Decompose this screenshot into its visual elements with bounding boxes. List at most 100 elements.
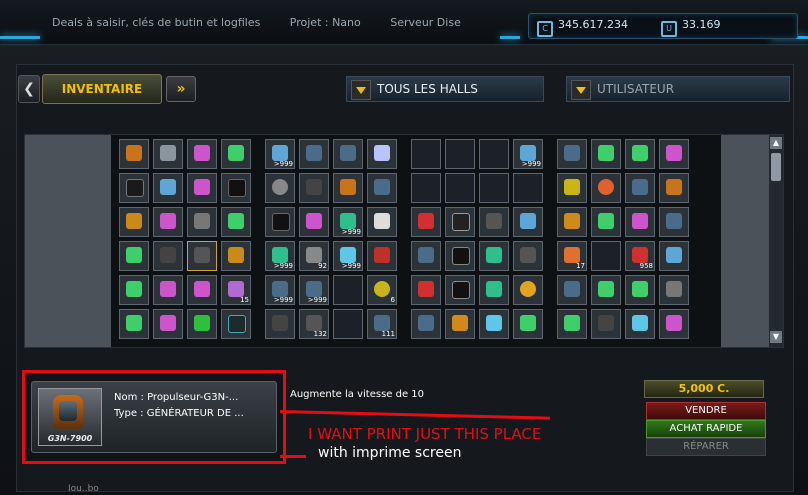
inventory-slot[interactable] bbox=[411, 309, 441, 339]
inventory-slot[interactable] bbox=[445, 309, 475, 339]
inventory-slot[interactable]: >999 bbox=[265, 241, 295, 271]
inventory-slot[interactable] bbox=[221, 241, 251, 271]
inventory-slot[interactable]: 958 bbox=[625, 241, 655, 271]
inventory-slot[interactable] bbox=[119, 275, 149, 305]
inventory-slot[interactable] bbox=[557, 173, 587, 203]
prev-button[interactable]: ❮ bbox=[18, 75, 40, 103]
inventory-slot[interactable] bbox=[367, 139, 397, 169]
inventory-slot[interactable] bbox=[187, 309, 217, 339]
grid-scrollbar[interactable]: ▲ ▼ bbox=[769, 135, 783, 347]
inventory-slot[interactable] bbox=[591, 275, 621, 305]
inventory-slot[interactable]: >999 bbox=[513, 139, 543, 169]
inventory-slot[interactable] bbox=[557, 139, 587, 169]
inventory-slot[interactable] bbox=[659, 309, 689, 339]
inventory-slot[interactable] bbox=[513, 207, 543, 237]
inventory-slot[interactable] bbox=[557, 207, 587, 237]
sell-button[interactable]: VENDRE bbox=[646, 402, 766, 420]
inventory-slot[interactable] bbox=[625, 139, 655, 169]
inventory-slot[interactable] bbox=[513, 241, 543, 271]
inventory-slot[interactable] bbox=[557, 309, 587, 339]
inventory-slot-empty[interactable] bbox=[445, 173, 475, 203]
inventory-slot[interactable] bbox=[591, 173, 621, 203]
inventory-slot[interactable] bbox=[265, 309, 295, 339]
inventory-slot[interactable]: 132 bbox=[299, 309, 329, 339]
inventory-slot[interactable]: >999 bbox=[265, 275, 295, 305]
inventory-slot[interactable] bbox=[445, 207, 475, 237]
inventory-slot[interactable] bbox=[479, 207, 509, 237]
inventory-slot[interactable] bbox=[153, 139, 183, 169]
inventory-slot[interactable] bbox=[659, 207, 689, 237]
inventory-slot[interactable] bbox=[221, 207, 251, 237]
inventory-slot[interactable] bbox=[119, 139, 149, 169]
inventory-slot[interactable]: >999 bbox=[299, 275, 329, 305]
inventory-slot[interactable]: 15 bbox=[221, 275, 251, 305]
inventory-slot[interactable] bbox=[591, 309, 621, 339]
tab-inventaire[interactable]: INVENTAIRE bbox=[42, 74, 162, 104]
inventory-slot[interactable]: >999 bbox=[333, 241, 363, 271]
inventory-slot-empty[interactable] bbox=[479, 173, 509, 203]
inventory-slot[interactable] bbox=[591, 207, 621, 237]
inventory-slot[interactable]: 111 bbox=[367, 309, 397, 339]
inventory-slot[interactable] bbox=[367, 207, 397, 237]
inventory-slot[interactable] bbox=[153, 241, 183, 271]
user-dropdown[interactable]: UTILISATEUR bbox=[566, 76, 790, 102]
inventory-slot[interactable] bbox=[187, 207, 217, 237]
inventory-slot[interactable] bbox=[265, 207, 295, 237]
inventory-slot[interactable] bbox=[187, 241, 217, 271]
inventory-slot[interactable]: 17 bbox=[557, 241, 587, 271]
inventory-slot[interactable] bbox=[659, 173, 689, 203]
inventory-slot[interactable] bbox=[659, 139, 689, 169]
inventory-slot[interactable] bbox=[299, 173, 329, 203]
inventory-slot[interactable] bbox=[513, 275, 543, 305]
inventory-slot-empty[interactable] bbox=[333, 275, 363, 305]
inventory-slot[interactable] bbox=[333, 173, 363, 203]
inventory-slot[interactable] bbox=[411, 275, 441, 305]
inventory-slot[interactable] bbox=[119, 241, 149, 271]
inventory-slot[interactable] bbox=[513, 309, 543, 339]
inventory-slot[interactable] bbox=[265, 173, 295, 203]
inventory-slot[interactable] bbox=[187, 173, 217, 203]
inventory-slot[interactable] bbox=[557, 275, 587, 305]
inventory-slot[interactable] bbox=[221, 309, 251, 339]
inventory-slot[interactable] bbox=[367, 241, 397, 271]
inventory-slot[interactable] bbox=[625, 207, 655, 237]
inventory-slot[interactable] bbox=[411, 207, 441, 237]
inventory-slot[interactable] bbox=[445, 275, 475, 305]
inventory-slot[interactable] bbox=[659, 275, 689, 305]
inventory-slot[interactable] bbox=[153, 309, 183, 339]
inventory-slot[interactable] bbox=[119, 309, 149, 339]
inventory-slot[interactable] bbox=[299, 139, 329, 169]
inventory-slot[interactable] bbox=[479, 309, 509, 339]
inventory-slot-empty[interactable] bbox=[411, 139, 441, 169]
inventory-slot-empty[interactable] bbox=[411, 173, 441, 203]
repair-button[interactable]: RÉPARER bbox=[646, 438, 766, 456]
inventory-slot[interactable] bbox=[625, 309, 655, 339]
inventory-slot[interactable]: >999 bbox=[333, 207, 363, 237]
inventory-slot[interactable] bbox=[333, 139, 363, 169]
inventory-slot[interactable] bbox=[153, 207, 183, 237]
inventory-slot[interactable] bbox=[221, 139, 251, 169]
inventory-slot[interactable] bbox=[479, 241, 509, 271]
inventory-slot[interactable] bbox=[479, 275, 509, 305]
inventory-slot[interactable] bbox=[591, 139, 621, 169]
inventory-slot[interactable]: 92 bbox=[299, 241, 329, 271]
inventory-slot-empty[interactable] bbox=[333, 309, 363, 339]
inventory-slot[interactable] bbox=[187, 275, 217, 305]
inventory-slot[interactable] bbox=[221, 173, 251, 203]
inventory-slot[interactable] bbox=[187, 139, 217, 169]
scroll-up-icon[interactable]: ▲ bbox=[770, 137, 782, 149]
inventory-slot[interactable] bbox=[659, 241, 689, 271]
item-thumbnail[interactable]: G3N-7900 bbox=[38, 388, 102, 446]
next-button[interactable]: » bbox=[166, 76, 196, 102]
inventory-slot[interactable] bbox=[367, 173, 397, 203]
inventory-slot[interactable] bbox=[411, 241, 441, 271]
inventory-slot[interactable] bbox=[625, 275, 655, 305]
inventory-slot[interactable] bbox=[153, 275, 183, 305]
inventory-slot-empty[interactable] bbox=[479, 139, 509, 169]
scroll-thumb[interactable] bbox=[771, 153, 781, 181]
inventory-slot[interactable]: 6 bbox=[367, 275, 397, 305]
inventory-slot[interactable] bbox=[153, 173, 183, 203]
quick-buy-button[interactable]: ACHAT RAPIDE bbox=[646, 420, 766, 438]
scroll-down-icon[interactable]: ▼ bbox=[770, 331, 782, 343]
inventory-slot[interactable] bbox=[299, 207, 329, 237]
